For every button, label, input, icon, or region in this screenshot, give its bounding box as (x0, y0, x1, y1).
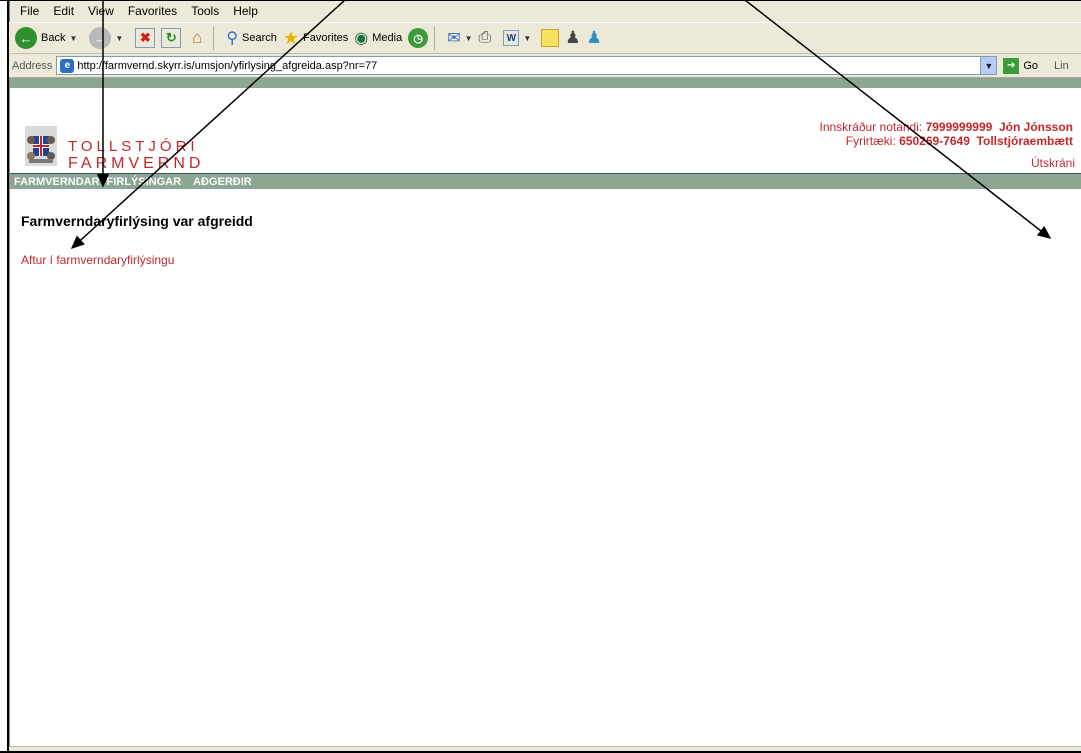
toolbar: ← Back ▼ → ▼ ✖ ↻ ⌂ ⚲ Search ★ Favorites … (9, 22, 1081, 54)
user-id: 7999999999 (925, 120, 993, 134)
printer-icon: ⎙ (478, 29, 492, 46)
chevron-down-icon[interactable]: ▼ (69, 34, 77, 43)
company-label: Fyrirtæki: (845, 134, 896, 148)
edit-button[interactable]: W ▼ (503, 30, 531, 46)
star-icon: ★ (282, 27, 300, 48)
window-border-left (0, 0, 9, 753)
user-label: Innskráður notandi: (819, 120, 923, 134)
back-label: Back (41, 32, 66, 44)
window-border-top (0, 0, 1081, 1)
mail-icon: ✉ (447, 30, 461, 47)
research-button[interactable]: ♟ (565, 28, 580, 48)
menu-help[interactable]: Help (233, 4, 258, 18)
user-line: Innskráður notandi: 7999999999 Jón Jónss… (819, 120, 1073, 134)
company-id: 650269-7649 (899, 134, 970, 148)
media-icon: ◉ (354, 30, 369, 47)
menu-edit[interactable]: Edit (53, 4, 74, 18)
favorites-button[interactable]: ★ Favorites (283, 28, 348, 49)
refresh-button[interactable]: ↻ (161, 28, 182, 48)
menu-favorites[interactable]: Favorites (128, 4, 177, 18)
discuss-button[interactable] (541, 29, 560, 47)
user-name: Jón Jónsson (998, 120, 1073, 134)
company-line: Fyrirtæki: 650269-7649 Tollstjóraembætt (819, 134, 1073, 148)
web-page: TOLLSTJÓRI FARMVERND Innskráður notandi:… (9, 78, 1081, 746)
menu-tools[interactable]: Tools (191, 4, 219, 18)
search-button[interactable]: ⚲ Search (226, 28, 277, 48)
address-label: Address (12, 59, 53, 72)
logout-link[interactable]: Útskráni (1031, 156, 1075, 170)
history-icon: ◷ (408, 28, 429, 48)
address-input[interactable]: e http://farmvernd.skyrr.is/umsjon/yfirl… (56, 56, 998, 75)
nav-item-actions[interactable]: AÐGERÐIR (193, 176, 252, 188)
logo-text-bottom: FARMVERND (68, 155, 205, 172)
word-icon: W (503, 30, 520, 46)
home-icon: ⌂ (192, 28, 203, 47)
messenger-button[interactable]: ♟ (587, 28, 602, 48)
media-button[interactable]: ◉ Media (354, 28, 402, 48)
address-bar: Address e http://farmvernd.skyrr.is/umsj… (9, 54, 1081, 78)
print-button[interactable]: ⎙ (479, 29, 492, 47)
search-label: Search (242, 32, 277, 44)
toolbar-separator (434, 26, 436, 50)
chevron-down-icon[interactable]: ▼ (115, 34, 123, 43)
menu-file[interactable]: File (20, 4, 39, 18)
page-icon: e (60, 58, 75, 73)
media-label: Media (372, 32, 403, 44)
site-nav: FARMVERNDARYFIRLÝSINGAR AÐGERÐIR (10, 173, 1081, 189)
chevron-down-icon[interactable]: ▼ (523, 34, 531, 43)
refresh-icon: ↻ (161, 28, 182, 48)
logo-text-top: TOLLSTJÓRI (68, 138, 199, 155)
history-button[interactable]: ◷ (408, 28, 429, 48)
home-button[interactable]: ⌂ (187, 28, 207, 48)
menu-view[interactable]: View (88, 4, 114, 18)
person-icon: ♟ (565, 28, 581, 47)
header-top-strip (10, 78, 1081, 88)
company-name: Tollstjóraembætt (976, 134, 1073, 148)
note-icon (541, 29, 560, 47)
go-label: Go (1023, 59, 1039, 72)
menu-bar: File Edit View Favorites Tools Help (9, 0, 1081, 22)
address-url[interactable]: http://farmvernd.skyrr.is/umsjon/yfirlys… (77, 60, 377, 72)
favorites-label: Favorites (303, 32, 349, 44)
back-button[interactable]: ← Back ▼ (15, 27, 77, 49)
forward-button[interactable]: → ▼ (89, 27, 123, 49)
go-arrow-icon: ➔ (1003, 57, 1020, 74)
forward-arrow-icon: → (89, 27, 112, 49)
messenger-icon: ♟ (586, 28, 602, 47)
back-arrow-icon: ← (15, 27, 37, 49)
back-to-declaration-link[interactable]: Aftur í farmverndaryfirlýsingu (21, 253, 174, 267)
user-info: Innskráður notandi: 7999999999 Jón Jónss… (819, 120, 1073, 148)
stop-icon: ✖ (135, 28, 156, 48)
page-title: Farmverndaryfirlýsing var afgreidd (21, 213, 253, 229)
nav-item-declarations[interactable]: FARMVERNDARYFIRLÝSINGAR (14, 176, 181, 188)
coat-of-arms-logo (25, 126, 57, 166)
toolbar-separator (213, 26, 215, 50)
go-button[interactable]: ➔ Go (1003, 57, 1039, 74)
links-label[interactable]: Lin (1054, 60, 1069, 72)
stop-button[interactable]: ✖ (135, 28, 156, 48)
chevron-down-icon[interactable]: ▼ (465, 34, 473, 43)
browser-window: File Edit View Favorites Tools Help ← Ba… (0, 0, 1081, 753)
chevron-down-icon[interactable]: ▼ (980, 57, 997, 74)
mail-button[interactable]: ✉ ▼ (447, 28, 472, 48)
search-icon: ⚲ (226, 30, 239, 47)
